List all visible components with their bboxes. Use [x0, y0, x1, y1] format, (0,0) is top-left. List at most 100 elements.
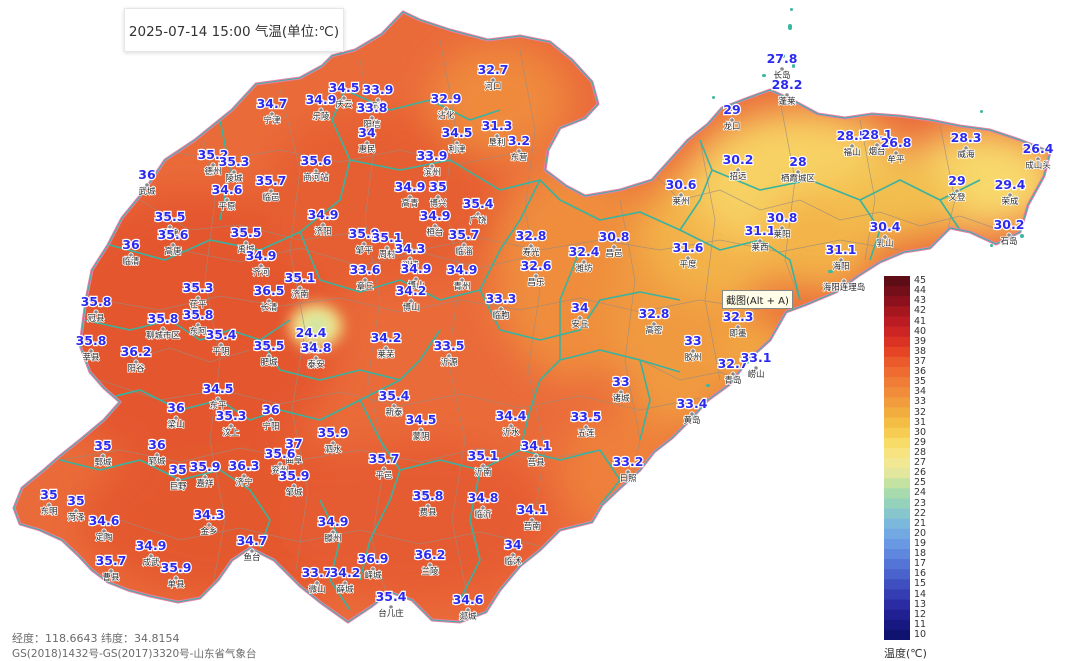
station-name: 济宁 — [235, 477, 252, 488]
station-name: 鄄城 — [94, 458, 112, 468]
station-temperature: 34.1 — [521, 438, 552, 453]
legend-swatch-34 — [884, 387, 910, 398]
station-temperature: 35.4 — [463, 196, 494, 211]
legend-swatch-31 — [884, 417, 910, 429]
station-temperature: 35.7 — [449, 227, 480, 242]
station-name: 梁山 — [167, 419, 184, 430]
station-temperature: 35.9 — [279, 468, 310, 483]
legend-swatch-24 — [884, 488, 910, 499]
station-name: 沂水 — [502, 427, 520, 438]
legend-tick-label: 24 — [914, 487, 927, 499]
station-temperature: 34.2 — [371, 330, 402, 345]
station-temperature: 36.5 — [254, 283, 285, 298]
station-name: 平度 — [679, 259, 697, 270]
station-name: 曹县 — [102, 572, 120, 583]
station-temperature: 35.6 — [265, 446, 296, 461]
station-temperature: 34.3 — [194, 507, 225, 522]
station-temperature: 32.4 — [569, 244, 600, 259]
station-temperature: 35.4 — [376, 589, 407, 604]
station-temperature: 35.5 — [231, 225, 262, 240]
station-name: 莘县 — [82, 352, 100, 363]
station-name: 临沭 — [504, 556, 522, 567]
station-name: 临邑 — [262, 192, 279, 203]
station-name: 五莲 — [577, 428, 595, 439]
station-name: 广饶 — [469, 215, 487, 226]
legend-swatch-28 — [884, 447, 910, 459]
station-name: 安丘 — [571, 319, 589, 330]
map-title: 2025-07-14 15:00 气温(单位:℃) — [124, 8, 344, 52]
station-temperature: 35.8 — [81, 294, 112, 309]
station-name: 薛城 — [336, 584, 354, 595]
station-temperature: 35.3 — [183, 280, 214, 295]
station-name: 宁阳 — [262, 421, 279, 432]
station-name: 高唐 — [164, 246, 182, 257]
station-temperature: 31.1 — [745, 223, 776, 238]
station-name: 聊城市区 — [146, 330, 181, 341]
station-temperature: 35 — [169, 462, 186, 477]
station-name: 乳山 — [876, 238, 893, 249]
station-temperature: 35.6 — [158, 227, 189, 242]
station-name: 庆云 — [335, 99, 353, 110]
station-temperature: 28.2 — [772, 77, 803, 92]
legend-tick-label: 23 — [914, 497, 927, 509]
station-temperature: 36 — [167, 400, 185, 415]
station-name: 昌乐 — [527, 277, 545, 288]
station-name: 高密 — [645, 325, 663, 336]
station-temperature: 29 — [948, 173, 965, 188]
station-name: 胶州 — [684, 352, 701, 363]
legend-tick-label: 15 — [914, 578, 927, 590]
station-name: 汶上 — [222, 427, 240, 438]
station-temperature: 30.2 — [994, 217, 1025, 232]
station-temperature: 35.9 — [190, 459, 221, 474]
station-temperature: 34.9 — [401, 261, 432, 276]
station-name: 鱼台 — [243, 552, 260, 563]
station-temperature: 34.8 — [468, 490, 499, 505]
station-name: 武城 — [138, 186, 156, 197]
cursor-coordinates: 经度：118.6643 纬度：34.8154 — [12, 632, 180, 645]
legend-swatch-33 — [884, 397, 910, 408]
station-name: 济阳 — [314, 226, 331, 237]
station-temperature: 35.1 — [285, 270, 316, 285]
station-temperature: 33.7 — [302, 565, 333, 580]
station-name: 莱阳 — [773, 229, 790, 240]
station-name: 沂南 — [474, 467, 491, 478]
station-temperature: 36 — [122, 237, 140, 252]
station-temperature: 34.9 — [318, 514, 349, 529]
legend-swatch-44 — [884, 286, 910, 297]
station-temperature: 34.5 — [329, 80, 360, 95]
station-name: 利津 — [448, 144, 466, 155]
legend-tick-label: 32 — [914, 406, 927, 418]
station-temperature: 34 — [358, 125, 376, 140]
station-temperature: 27.8 — [767, 51, 798, 66]
station-name: 章丘 — [356, 281, 374, 292]
station-name: 长清 — [260, 302, 278, 313]
station-name: 郓城 — [148, 457, 166, 467]
legend-unit-label: 温度(℃) — [884, 647, 927, 660]
station-name: 招远 — [729, 171, 747, 182]
station-temperature: 35 — [94, 438, 111, 453]
station-temperature: 35.5 — [155, 209, 186, 224]
station-name: 沾化 — [437, 110, 455, 121]
station-temperature: 36.2 — [415, 547, 446, 562]
station-name: 龙口 — [723, 121, 740, 132]
station-name: 滨州 — [423, 167, 440, 178]
station-name: 牟平 — [887, 154, 905, 165]
station-marker[interactable]: 35.4 台儿庄 — [374, 588, 408, 620]
station-temperature: 30.6 — [666, 177, 697, 192]
station-name: 微山 — [308, 584, 325, 595]
station-temperature: 33.9 — [417, 148, 448, 163]
station-temperature: 33.2 — [613, 454, 644, 469]
station-name: 菏泽 — [67, 512, 85, 523]
station-name: 海阳 — [832, 261, 849, 272]
station-temperature: 36 — [148, 437, 166, 452]
station-name: 桓台 — [426, 227, 443, 238]
station-name: 嘉祥 — [196, 478, 214, 489]
legend-swatch-32 — [884, 407, 910, 418]
station-temperature: 24.4 — [296, 325, 327, 340]
station-temperature: 26.8 — [881, 135, 912, 150]
station-name: 临清 — [122, 256, 140, 267]
station-temperature: 35 — [429, 179, 446, 194]
station-temperature: 33.6 — [350, 262, 381, 277]
temperature-legend — [884, 276, 910, 640]
station-name: 新泰 — [385, 407, 403, 418]
